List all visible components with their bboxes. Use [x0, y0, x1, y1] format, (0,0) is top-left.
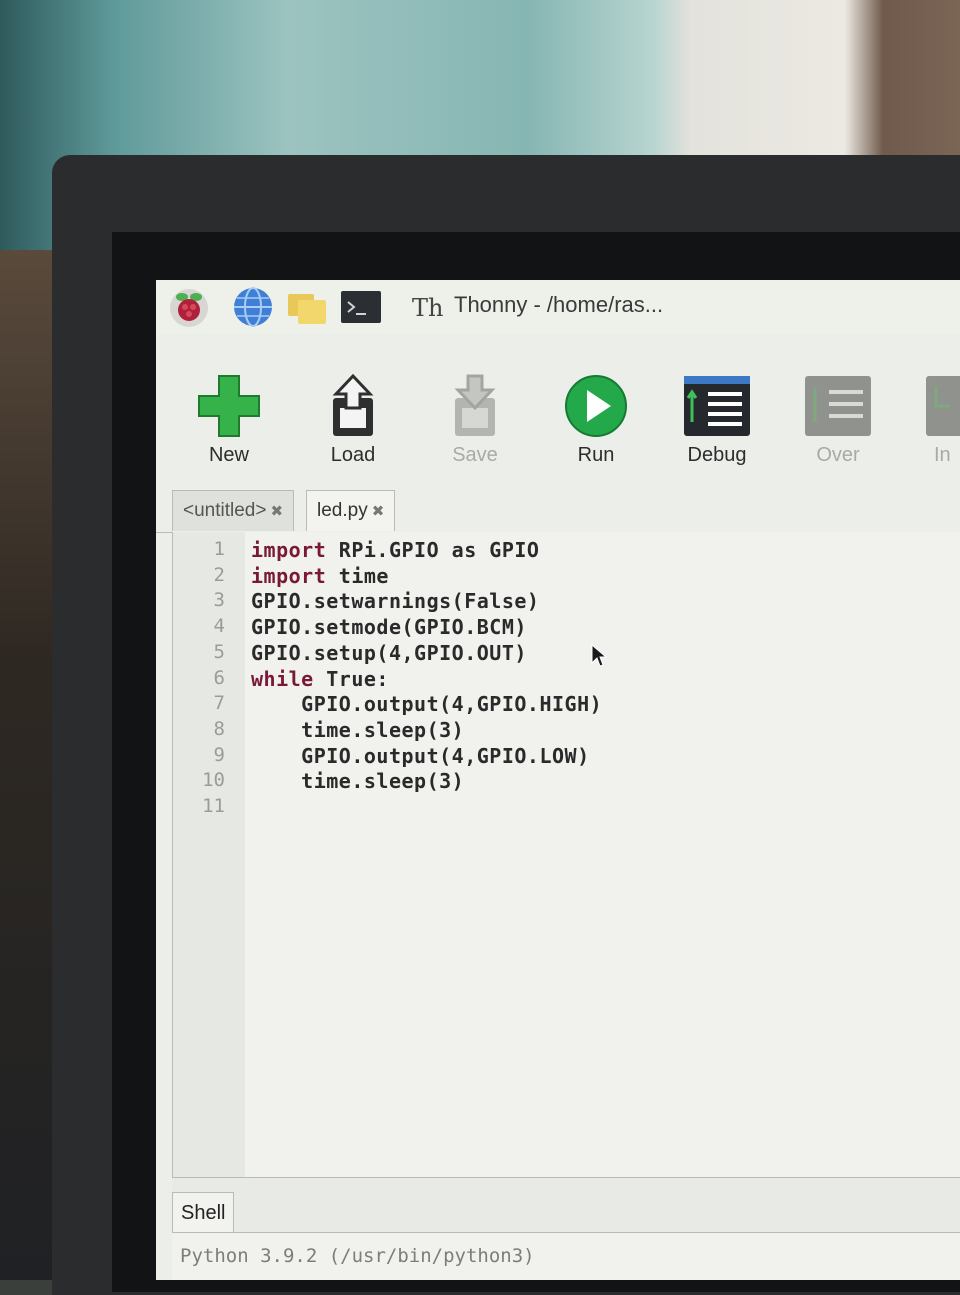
line-number: 7: [213, 692, 225, 715]
step-into-icon: [926, 376, 960, 436]
code-text: GPIO.setup(4,GPIO.OUT): [251, 640, 527, 665]
new-file-icon: [198, 375, 260, 437]
shell-console[interactable]: Python 3.9.2 (/usr/bin/python3): [172, 1232, 960, 1280]
line-number: 1: [213, 538, 225, 560]
code-keyword: import: [251, 538, 327, 562]
line-number: 9: [213, 743, 225, 766]
code-line: GPIO.output(4,GPIO.LOW): [251, 744, 590, 768]
line-number: 2: [213, 563, 225, 586]
debug-icon: [684, 376, 750, 436]
tab-led-py[interactable]: led.py ✖: [306, 490, 396, 531]
line-number: 4: [213, 615, 225, 638]
shell-output: Python 3.9.2 (/usr/bin/python3): [180, 1245, 535, 1267]
code-text: GPIO.setmode(GPIO.BCM): [251, 615, 527, 640]
code-text: GPIO.output(4,GPIO.LOW): [251, 743, 590, 768]
code-keyword: import: [251, 563, 327, 588]
step-into-button[interactable]: In: [904, 374, 960, 484]
step-over-button[interactable]: Over: [783, 374, 893, 484]
load-button-label: Load: [330, 444, 376, 466]
debug-button[interactable]: Debug: [662, 374, 772, 484]
code-line: GPIO.setup(4,GPIO.OUT): [251, 641, 527, 665]
step-over-button-label: Over: [816, 444, 860, 466]
code-text: time.sleep(3): [251, 717, 465, 742]
debug-button-label: Debug: [687, 444, 747, 466]
code-keyword: while: [251, 666, 314, 691]
run-icon: [565, 375, 627, 437]
line-number: 10: [202, 769, 225, 792]
code-text: time.sleep(3): [251, 769, 465, 794]
code-line: time.sleep(3): [251, 769, 464, 793]
line-number: 6: [213, 666, 225, 689]
thonny-app-icon: Th: [412, 294, 443, 322]
load-button[interactable]: Load: [298, 374, 408, 484]
browser-globe-icon[interactable]: [232, 286, 274, 328]
run-button-label: Run: [577, 444, 615, 466]
line-number: 11: [202, 795, 225, 817]
svg-text:Th: Th: [412, 294, 443, 322]
code-line: time.sleep(3): [251, 718, 464, 742]
load-icon: [332, 374, 374, 436]
code-line: GPIO.setwarnings(False): [251, 589, 539, 613]
line-number: 3: [213, 589, 225, 612]
step-into-button-label: In: [934, 444, 951, 466]
file-manager-folder-icon[interactable]: [286, 286, 328, 328]
window-title: Thonny - /home/ras...: [454, 292, 664, 317]
save-icon: [454, 374, 496, 436]
new-button[interactable]: New: [174, 374, 284, 484]
code-line: GPIO.setmode(GPIO.BCM): [251, 615, 527, 639]
code-line: import RPi.GPIO as GPIO: [251, 538, 539, 562]
code-text: time: [326, 563, 389, 588]
mouse-pointer-icon: [591, 644, 607, 667]
code-text: GPIO.setwarnings(False): [251, 589, 540, 614]
save-button[interactable]: Save: [420, 374, 530, 484]
code-line: while True:: [251, 667, 389, 691]
close-icon[interactable]: ✖: [372, 503, 385, 520]
screen: Th Thonny - /home/ras... New Load Save R…: [156, 280, 960, 1280]
taskbar: Th Thonny - /home/ras...: [156, 280, 960, 334]
code-text: RPi.GPIO as GPIO: [326, 538, 540, 562]
code-text: True:: [313, 666, 389, 691]
editor-tabbar: <untitled> ✖ led.py ✖: [156, 486, 960, 533]
save-button-label: Save: [452, 444, 498, 466]
tab-shell[interactable]: Shell: [172, 1192, 235, 1233]
toolbar: New Load Save Run Debug Over In: [156, 334, 960, 484]
code-text: GPIO.output(4,GPIO.HIGH): [251, 692, 603, 717]
tab-untitled-label: <untitled>: [183, 500, 267, 521]
tab-untitled[interactable]: <untitled> ✖: [172, 490, 295, 531]
run-button[interactable]: Run: [541, 374, 651, 484]
new-button-label: New: [208, 444, 249, 466]
shell-panel: Shell Python 3.9.2 (/usr/bin/python3): [172, 1177, 960, 1280]
line-number: 8: [213, 717, 225, 740]
code-line: GPIO.output(4,GPIO.HIGH): [251, 692, 602, 716]
raspberry-pi-menu-icon[interactable]: [168, 286, 210, 328]
code-line: import time: [251, 564, 389, 588]
line-number: 5: [213, 640, 225, 663]
step-over-icon: [805, 376, 871, 436]
terminal-icon[interactable]: [340, 286, 382, 328]
close-icon[interactable]: ✖: [270, 503, 283, 520]
code-editor[interactable]: 1 import RPi.GPIO as GPIO 2 import time 3 GPI…: [172, 532, 960, 1177]
tab-led-py-label: led.py: [317, 500, 368, 521]
